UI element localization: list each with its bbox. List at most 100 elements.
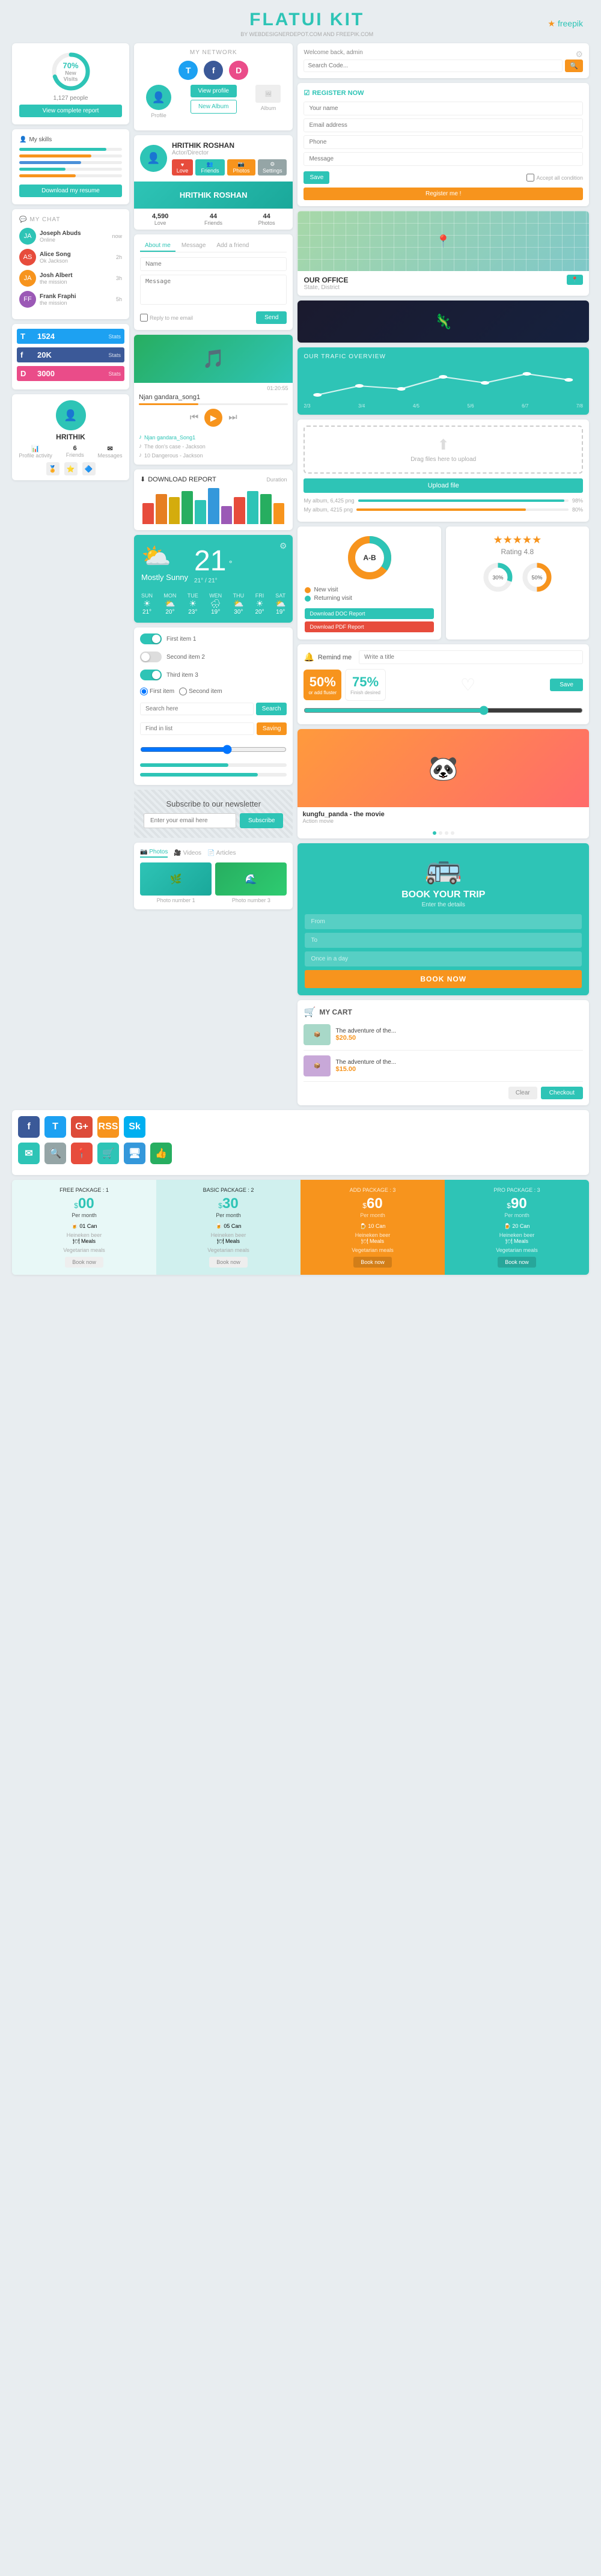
sg-googleplus-icon[interactable]: G+: [71, 1116, 93, 1138]
tab-about[interactable]: About me: [140, 240, 175, 252]
analytics-card: A-B New visit Returning visit Down: [297, 526, 441, 639]
remind-input[interactable]: [359, 650, 583, 664]
radio-1[interactable]: First item: [140, 688, 174, 695]
gallery-tab-articles[interactable]: 📄 Articles: [207, 849, 236, 858]
upload-area[interactable]: ⬆ Drag files here to upload: [304, 426, 583, 474]
gallery-row: 🌿 Photo number 1 🌊 Photo number 3: [140, 862, 287, 903]
register-name-field[interactable]: [304, 102, 583, 115]
sg-pin-icon[interactable]: 📍: [71, 1143, 93, 1164]
gallery-img-1[interactable]: 🌿: [140, 862, 212, 896]
register-save-btn[interactable]: Save: [304, 171, 329, 184]
cart-clear-btn[interactable]: Clear: [508, 1087, 537, 1099]
social-icons-col: f T G+ RSS Sk ✉ 🔍 📍 🛒 🖥 👍: [12, 1110, 589, 1175]
map-location-btn[interactable]: 📍: [567, 275, 583, 285]
send-btn[interactable]: Send: [256, 311, 287, 324]
view-profile-btn[interactable]: View profile: [191, 85, 237, 97]
sg-twitter-icon[interactable]: T: [44, 1116, 66, 1138]
pkg-book-pro-btn[interactable]: Book now: [498, 1257, 536, 1268]
dot-3: [445, 831, 448, 835]
bus-to-input[interactable]: [305, 933, 582, 948]
chat-item-3[interactable]: JA Josh Albert the mission 3h: [19, 270, 122, 287]
sg-thumb-icon[interactable]: 👍: [150, 1143, 172, 1164]
admin-search-btn[interactable]: 🔍: [565, 60, 583, 72]
profile-actions: ♥ Love 👥 Friends 📷 Photos ⚙ Settings: [172, 159, 287, 175]
music-play-btn[interactable]: ▶: [204, 409, 222, 427]
music-next-btn[interactable]: ⏭: [228, 412, 237, 423]
message-textarea[interactable]: [140, 275, 287, 305]
download-pdf-btn[interactable]: Download PDF Report: [305, 621, 433, 632]
message-name-input[interactable]: [140, 257, 287, 271]
sg-skype-icon[interactable]: Sk: [124, 1116, 145, 1138]
reply-checkbox-label[interactable]: Reply to me email: [140, 314, 193, 322]
skill-bar-1: [19, 148, 122, 151]
toggle-2[interactable]: [140, 652, 162, 662]
ui-search-input[interactable]: [140, 703, 254, 715]
cart-item-info-1: The adventure of the... $20.50: [335, 1028, 583, 1042]
bus-book-btn[interactable]: BOOK NOW: [305, 970, 582, 988]
dribbble-icon[interactable]: D: [229, 61, 248, 80]
love-btn[interactable]: ♥ Love: [172, 159, 193, 175]
pkg-book-basic-btn[interactable]: Book now: [209, 1257, 248, 1268]
pkg-book-free-btn[interactable]: Book now: [65, 1257, 103, 1268]
twitter-icon[interactable]: T: [178, 61, 198, 80]
subscribe-btn[interactable]: Subscribe: [240, 813, 283, 828]
photos-btn[interactable]: 📷 Photos: [227, 159, 255, 175]
cart-checkout-btn[interactable]: Checkout: [541, 1087, 583, 1099]
remind-save-btn[interactable]: Save: [550, 679, 583, 691]
remind-icon: 🔔: [304, 652, 314, 662]
price-col-basic: BASIC PACKAGE : 2 $30 Per month 🍺 05 Can…: [156, 1180, 300, 1275]
gallery-tab-photos[interactable]: 📷 Photos: [140, 849, 168, 858]
sg-rss-icon[interactable]: RSS: [97, 1116, 119, 1138]
register-phone-field[interactable]: [304, 135, 583, 149]
gallery-img-2[interactable]: 🌊: [215, 862, 287, 896]
sg-row-1: f T G+ RSS Sk: [18, 1116, 583, 1138]
save-input-row: Saving: [140, 722, 287, 735]
music-prev-btn[interactable]: ⏮: [190, 412, 198, 423]
sg-monitor-icon[interactable]: 🖥: [124, 1143, 145, 1164]
accept-checkbox-label[interactable]: Accept all condition: [526, 174, 583, 182]
toggle-1[interactable]: [140, 633, 162, 644]
view-complete-report-btn[interactable]: View complete report: [19, 105, 122, 117]
skill-bar-3: [19, 161, 122, 164]
friends-btn[interactable]: 👥 Friends: [195, 159, 225, 175]
gear-icon[interactable]: ⚙: [575, 49, 583, 60]
chat-item-2[interactable]: AS Alice Song Ok Jackson 2h: [19, 249, 122, 266]
sg-cart-icon[interactable]: 🛒: [97, 1143, 119, 1164]
register-message-field[interactable]: [304, 152, 583, 166]
sg-facebook-icon[interactable]: f: [18, 1116, 40, 1138]
download-resume-btn[interactable]: Download my resume: [19, 185, 122, 197]
tab-message[interactable]: Message: [177, 240, 211, 252]
weather-settings-icon[interactable]: ⚙: [279, 541, 287, 551]
sg-mail-icon[interactable]: ✉: [18, 1143, 40, 1164]
ui-saving-btn[interactable]: Saving: [257, 722, 287, 735]
ui-search-btn[interactable]: Search: [256, 703, 287, 715]
register-btn[interactable]: Register me !: [304, 188, 583, 200]
subscribe-input[interactable]: [144, 813, 236, 828]
music-item-3[interactable]: ♪ 10 Dangerous - Jackson: [139, 451, 288, 460]
radio-2[interactable]: Second item: [179, 688, 222, 695]
settings-btn[interactable]: ⚙ Settings: [258, 159, 287, 175]
bus-frequency-input[interactable]: [305, 951, 582, 966]
sg-search-icon[interactable]: 🔍: [44, 1143, 66, 1164]
gallery-tab-videos[interactable]: 🎥 Videos: [174, 849, 201, 858]
upload-btn[interactable]: Upload file: [304, 478, 583, 493]
accept-checkbox[interactable]: [526, 174, 534, 182]
ui-filter-input[interactable]: [140, 722, 254, 735]
remind-slider[interactable]: [304, 706, 583, 715]
music-item-2[interactable]: ♪ The don's case - Jackson: [139, 442, 288, 451]
download-doc-btn[interactable]: Download DOC Report: [305, 608, 433, 619]
pkg-book-add-btn[interactable]: Book now: [353, 1257, 392, 1268]
facebook-icon[interactable]: f: [204, 61, 223, 80]
admin-search-input[interactable]: [304, 60, 563, 72]
reply-checkbox[interactable]: [140, 314, 148, 322]
music-item-1[interactable]: ♪ Njan gandara_Song1: [139, 433, 288, 442]
tab-add-friend[interactable]: Add a friend: [212, 240, 254, 252]
chat-item[interactable]: JA Joseph Abuds Online now: [19, 228, 122, 245]
player-card: 👤 HRITHIK 📊Profile activity 6Friends ✉Me…: [12, 394, 129, 480]
new-album-btn[interactable]: New Album: [191, 100, 237, 114]
slider-input[interactable]: [140, 745, 287, 754]
toggle-3[interactable]: [140, 670, 162, 680]
chat-item-4[interactable]: FF Frank Fraphi the mission 5h: [19, 291, 122, 308]
register-email-field[interactable]: [304, 118, 583, 132]
bus-from-input[interactable]: [305, 914, 582, 929]
